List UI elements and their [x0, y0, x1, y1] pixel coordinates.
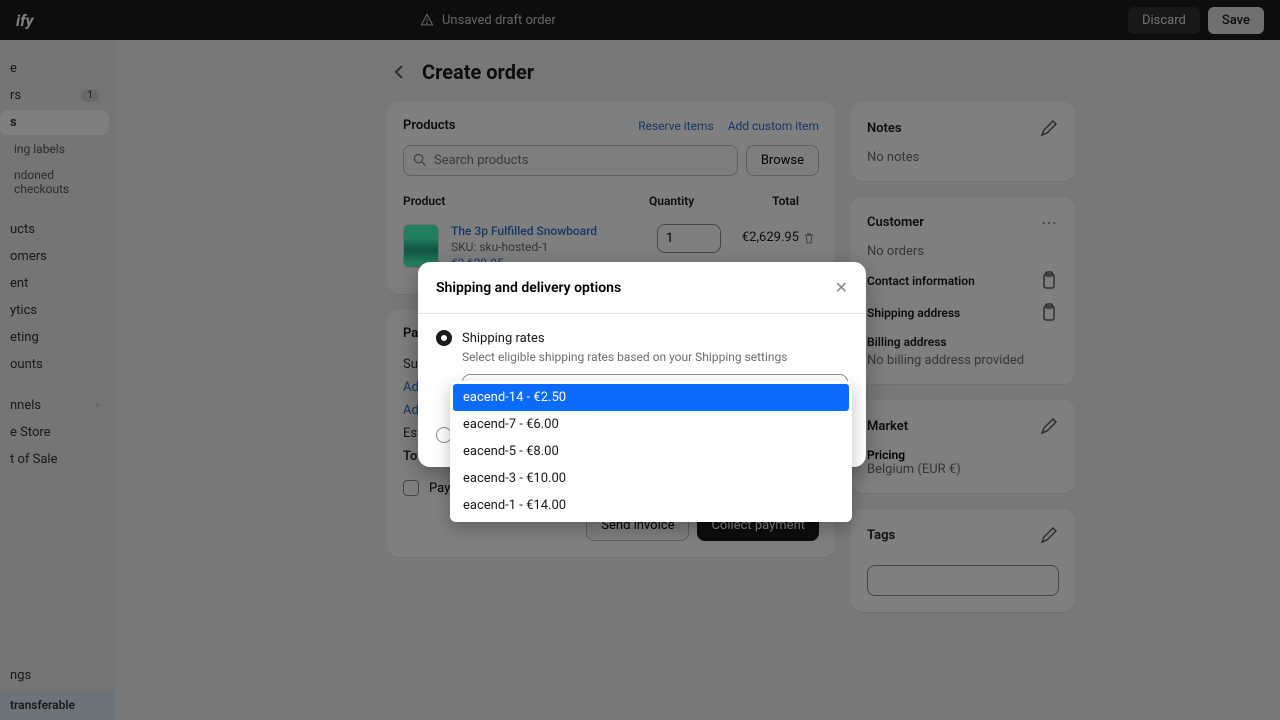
modal-title: Shipping and delivery options — [436, 280, 621, 296]
shipping-rates-radio[interactable] — [436, 330, 452, 346]
dropdown-option[interactable]: eacend-7 - €6.00 — [453, 411, 849, 438]
dropdown-option[interactable]: eacend-3 - €10.00 — [453, 465, 849, 492]
dropdown-option[interactable]: eacend-14 - €2.50 — [453, 384, 849, 411]
rate-dropdown: eacend-14 - €2.50 eacend-7 - €6.00 eacen… — [450, 381, 852, 522]
dropdown-option[interactable]: eacend-1 - €14.00 — [453, 492, 849, 519]
close-icon[interactable]: ✕ — [835, 278, 848, 297]
dropdown-option[interactable]: eacend-5 - €8.00 — [453, 438, 849, 465]
shipping-rates-desc: Select eligible shipping rates based on … — [462, 350, 848, 364]
shipping-rates-label: Shipping rates — [462, 331, 545, 346]
